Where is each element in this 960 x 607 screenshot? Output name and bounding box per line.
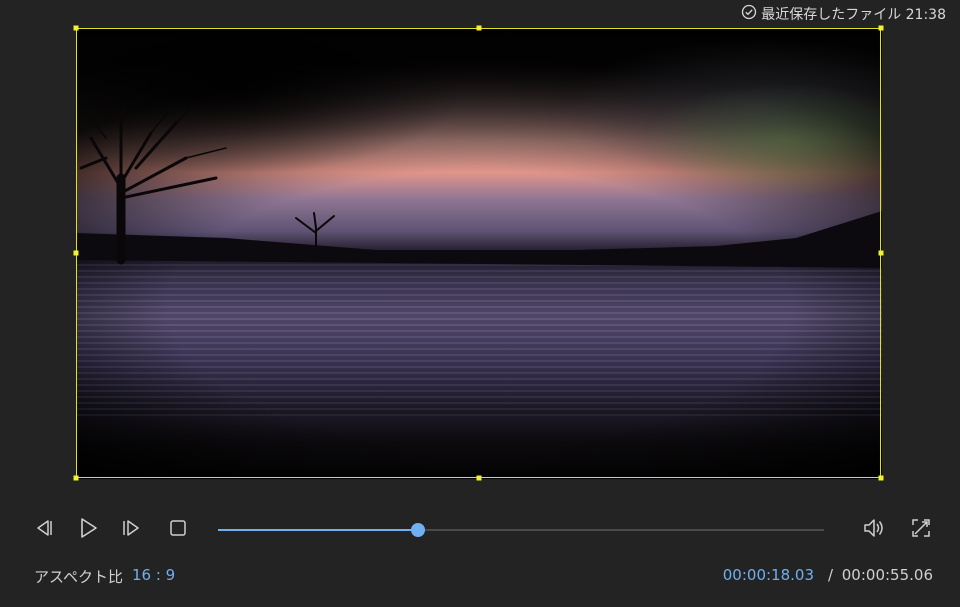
next-frame-button[interactable] [119, 516, 145, 544]
save-status-text: 最近保存したファイル 21:38 [761, 7, 946, 23]
resize-handle-top[interactable] [476, 25, 482, 31]
aspect-ratio-selector[interactable]: 16 : 9 [132, 566, 175, 584]
resize-handle-bottom-right[interactable] [878, 475, 884, 481]
resize-handle-left[interactable] [73, 250, 79, 256]
seek-bar-thumb[interactable] [410, 523, 425, 537]
previous-frame-icon [31, 516, 55, 544]
resize-handle-top-right[interactable] [878, 25, 884, 31]
check-circle-icon [741, 4, 757, 24]
playback-controls [0, 510, 960, 550]
previous-frame-button[interactable] [30, 516, 56, 544]
save-status: 最近保存したファイル 21:38 [741, 4, 946, 24]
fullscreen-icon [909, 516, 933, 544]
volume-button[interactable] [861, 516, 887, 544]
stop-icon [166, 516, 190, 544]
resize-handle-bottom[interactable] [476, 475, 482, 481]
total-time: 00:00:55.06 [841, 566, 933, 584]
play-button[interactable] [75, 516, 101, 544]
preview-landscape [76, 102, 882, 268]
resize-handle-top-left[interactable] [73, 25, 79, 31]
volume-icon [862, 516, 886, 544]
video-preview[interactable] [76, 28, 882, 479]
play-icon [76, 516, 100, 544]
aspect-ratio-label: アスペクト比 [34, 568, 123, 586]
seek-bar[interactable] [218, 523, 824, 537]
stop-button[interactable] [165, 516, 191, 544]
current-time: 00:00:18.03 [722, 566, 814, 584]
status-footer: アスペクト比 16 : 9 00:00:18.03 / 00:00:55.06 [0, 564, 960, 588]
resize-handle-right[interactable] [878, 250, 884, 256]
resize-handle-bottom-left[interactable] [73, 475, 79, 481]
next-frame-icon [120, 516, 144, 544]
seek-bar-progress [218, 529, 418, 531]
time-separator: / [827, 566, 833, 584]
fullscreen-button[interactable] [908, 516, 934, 544]
